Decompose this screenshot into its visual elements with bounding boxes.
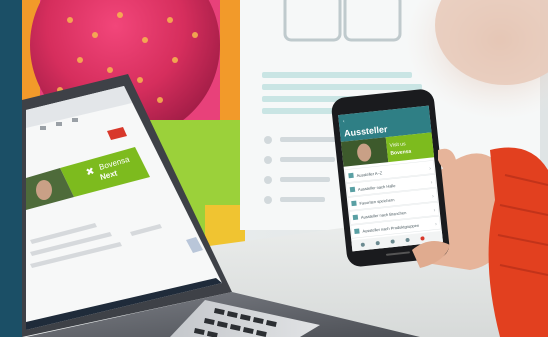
laptop-photo-person <box>36 180 52 200</box>
photo-scene: ✖ Bovensa Next ‹ Aussteller Visit us Bov… <box>0 0 548 337</box>
list-bullet-icon <box>348 172 354 179</box>
phone-menu-list: Aussteller A–Z › Aussteller nach Halle ›… <box>344 160 441 239</box>
list-bullet-icon <box>351 200 357 207</box>
list-bullet-icon <box>349 186 356 193</box>
left-edge-bar <box>0 0 22 337</box>
list-bullet-icon <box>352 214 359 221</box>
list-bullet-icon <box>354 228 360 235</box>
